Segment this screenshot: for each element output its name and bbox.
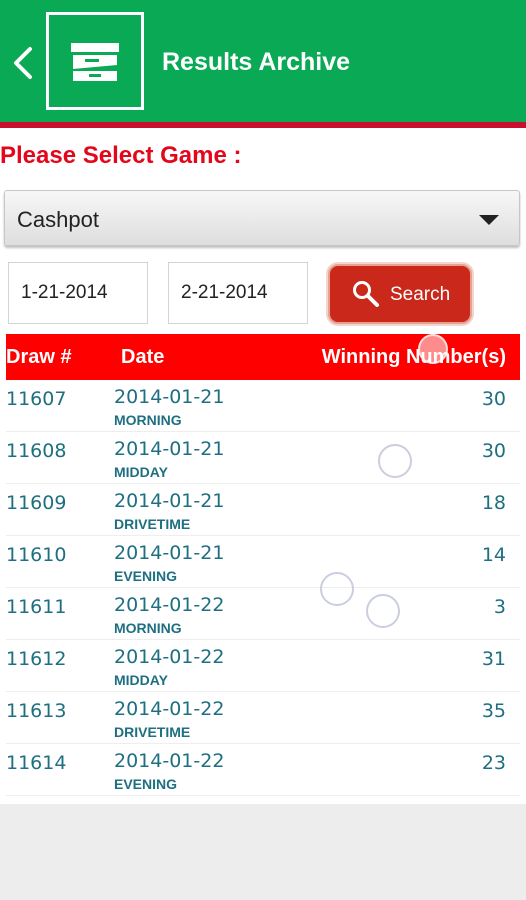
draw-time: EVENING xyxy=(114,776,178,792)
header-date: Date xyxy=(121,346,165,368)
main-content: Please Select Game : Cashpot 1-21-2014 2… xyxy=(0,128,526,804)
draw-time: DRIVETIME xyxy=(114,724,191,740)
game-select[interactable]: Cashpot xyxy=(4,190,520,246)
archive-drawer-icon xyxy=(71,43,119,81)
winning-number: 30 xyxy=(481,388,506,410)
draw-date: 2014-01-22 xyxy=(114,698,225,720)
draw-number: 11610 xyxy=(6,544,67,566)
draw-time: MORNING xyxy=(114,412,182,428)
draw-time: MORNING xyxy=(114,620,182,636)
draw-time: MIDDAY xyxy=(114,672,168,688)
winning-number: 18 xyxy=(481,492,506,514)
draw-date: 2014-01-22 xyxy=(114,594,225,616)
winning-number: 23 xyxy=(481,752,506,774)
date-to-input[interactable]: 2-21-2014 xyxy=(168,262,308,324)
app-header: Results Archive xyxy=(0,0,526,122)
select-game-label: Please Select Game : xyxy=(0,142,242,169)
draw-number: 11608 xyxy=(6,440,67,462)
table-row[interactable]: 11612 2014-01-22 MIDDAY 31 xyxy=(6,640,520,692)
results-table-header: Draw # Date Winning Number(s) xyxy=(6,334,520,380)
draw-number: 11613 xyxy=(6,700,67,722)
table-row[interactable]: 11608 2014-01-21 MIDDAY 30 xyxy=(6,432,520,484)
winning-number: 14 xyxy=(481,544,506,566)
table-row[interactable]: 11607 2014-01-21 MORNING 30 xyxy=(6,380,520,432)
table-row[interactable]: 11613 2014-01-22 DRIVETIME 35 xyxy=(6,692,520,744)
draw-number: 11607 xyxy=(6,388,67,410)
table-row[interactable]: 11610 2014-01-21 EVENING 14 xyxy=(6,536,520,588)
back-button[interactable] xyxy=(10,46,36,80)
page-title: Results Archive xyxy=(162,48,351,76)
draw-date: 2014-01-21 xyxy=(114,438,225,460)
draw-date: 2014-01-21 xyxy=(114,490,225,512)
date-from-input[interactable]: 1-21-2014 xyxy=(8,262,148,324)
draw-time: DRIVETIME xyxy=(114,516,191,532)
caret-down-icon xyxy=(479,215,499,225)
draw-date: 2014-01-21 xyxy=(114,542,225,564)
search-icon xyxy=(353,281,379,307)
draw-time: EVENING xyxy=(114,568,178,584)
draw-date: 2014-01-22 xyxy=(114,646,225,668)
table-row[interactable]: 11614 2014-01-22 EVENING 23 xyxy=(6,744,520,796)
draw-date: 2014-01-22 xyxy=(114,750,225,772)
header-draw: Draw # xyxy=(6,346,72,368)
search-button[interactable]: Search xyxy=(328,264,472,324)
winning-number: 3 xyxy=(493,596,506,618)
winning-number: 35 xyxy=(481,700,506,722)
search-button-label: Search xyxy=(390,284,451,305)
table-row[interactable]: 11609 2014-01-21 DRIVETIME 18 xyxy=(6,484,520,536)
draw-number: 11611 xyxy=(6,596,67,618)
game-select-value: Cashpot xyxy=(17,207,99,232)
winning-number: 30 xyxy=(481,440,506,462)
header-winning-numbers: Winning Number(s) xyxy=(321,346,506,368)
draw-number: 11614 xyxy=(6,752,67,774)
draw-time: MIDDAY xyxy=(114,464,168,480)
app-logo xyxy=(46,12,144,110)
table-row[interactable]: 11611 2014-01-22 MORNING 3 xyxy=(6,588,520,640)
winning-number: 31 xyxy=(481,648,506,670)
draw-number: 11612 xyxy=(6,648,67,670)
draw-number: 11609 xyxy=(6,492,67,514)
chevron-left-icon xyxy=(14,47,32,79)
draw-date: 2014-01-21 xyxy=(114,386,225,408)
